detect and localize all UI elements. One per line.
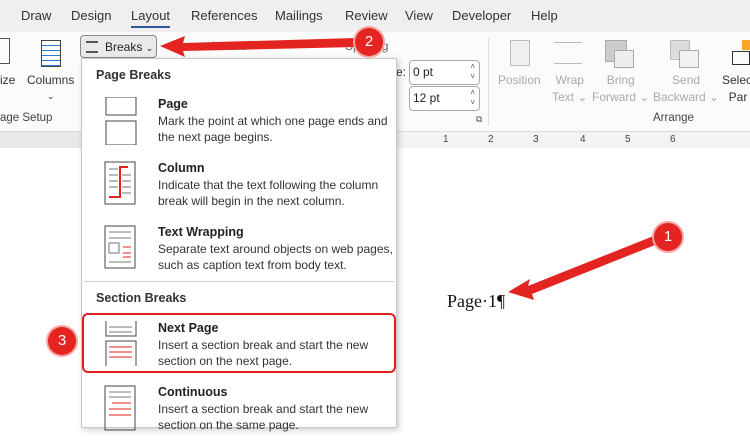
- annotation-arrows: [160, 36, 660, 300]
- arrow-to-pilcrow: [508, 235, 660, 300]
- arrow-to-breaks: [160, 36, 356, 57]
- callout-3: 3: [48, 327, 76, 355]
- callout-2: 2: [355, 28, 383, 56]
- callout-1: 1: [654, 223, 682, 251]
